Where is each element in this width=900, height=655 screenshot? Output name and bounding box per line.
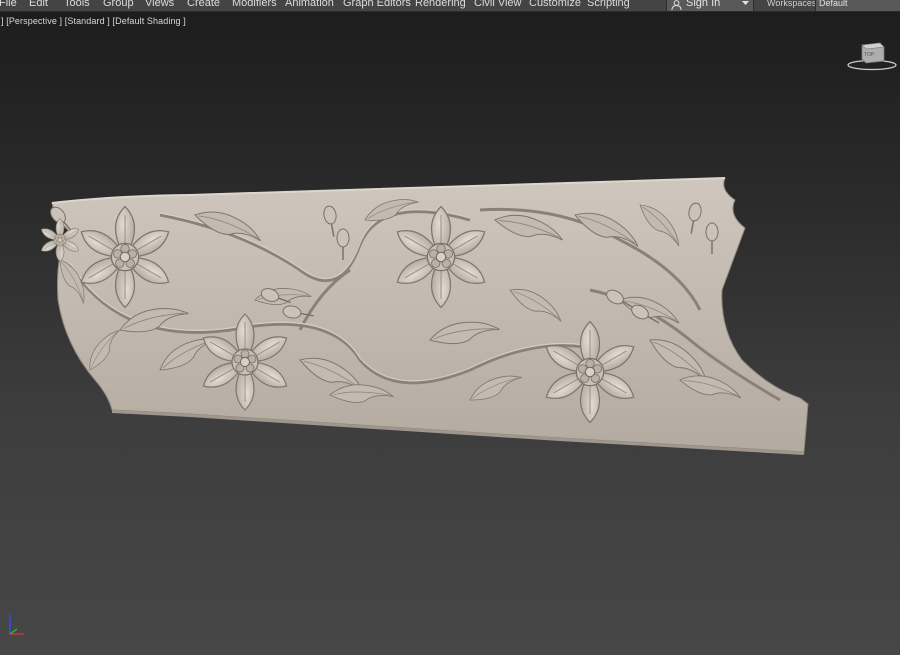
user-icon: [671, 0, 682, 10]
menu-graph-editors[interactable]: Graph Editors: [343, 0, 411, 10]
menu-animation[interactable]: Animation: [285, 0, 334, 10]
viewport-mode-label[interactable]: [Standard ]: [65, 16, 110, 26]
menu-group[interactable]: Group: [103, 0, 134, 10]
viewport-view-label[interactable]: [Perspective ]: [6, 16, 62, 26]
sign-in-dropdown[interactable]: Sign In: [666, 0, 754, 11]
workspaces-value: Default: [819, 0, 848, 8]
ornamental-frieze-model: [38, 177, 809, 455]
axis-tripod-icon: z: [8, 612, 24, 635]
menu-customize[interactable]: Customize: [529, 0, 581, 10]
viewcube-face-label: TOP: [864, 52, 875, 58]
menu-create[interactable]: Create: [187, 0, 220, 10]
menu-views[interactable]: Views: [145, 0, 174, 10]
chevron-down-icon: [742, 1, 749, 5]
viewport-labels: ] [Perspective ] [Standard ] [Default Sh…: [1, 16, 186, 26]
menu-modifiers[interactable]: Modifiers: [232, 0, 277, 10]
menu-scripting[interactable]: Scripting: [587, 0, 630, 10]
workspaces-label: Workspaces:: [767, 0, 819, 8]
viewcube[interactable]: TOP: [846, 39, 898, 73]
workspaces-dropdown[interactable]: Default: [815, 0, 900, 11]
menu-tools[interactable]: Tools: [64, 0, 90, 10]
menu-file[interactable]: File: [0, 0, 17, 10]
menu-civil-view[interactable]: Civil View: [474, 0, 521, 10]
menu-bar: File Edit Tools Group Views Create Modif…: [0, 0, 900, 12]
viewport-shading-label[interactable]: [Default Shading ]: [113, 16, 186, 26]
viewport-menu-label[interactable]: ]: [1, 16, 4, 26]
sign-in-label: Sign In: [686, 0, 721, 9]
menu-edit[interactable]: Edit: [29, 0, 48, 10]
svg-text:z: z: [8, 612, 10, 617]
menu-rendering[interactable]: Rendering: [415, 0, 466, 10]
perspective-viewport[interactable]: ] [Perspective ] [Standard ] [Default Sh…: [0, 12, 900, 655]
